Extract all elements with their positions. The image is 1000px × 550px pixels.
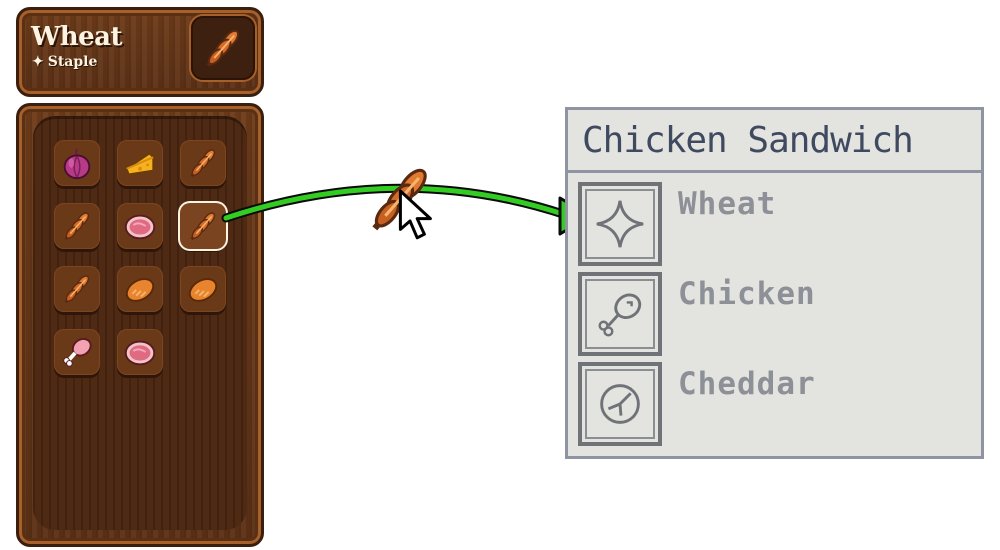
ingredient-row-chicken[interactable]: Chicken (578, 272, 978, 356)
sparkle-outline-icon (591, 195, 649, 253)
recipe-title: Chicken Sandwich (582, 120, 914, 161)
ingredient-row-wheat[interactable]: Wheat (578, 182, 978, 266)
ingredient-drop-slot[interactable] (578, 272, 662, 356)
ingredient-drop-slot[interactable] (578, 182, 662, 266)
divider (568, 170, 981, 173)
ingredient-row-cheddar[interactable]: Cheddar (578, 362, 978, 446)
ingredient-label: Chicken (678, 276, 816, 312)
drumstick-outline-icon (591, 285, 649, 343)
ingredient-drop-slot[interactable] (578, 362, 662, 446)
recipe-panel: Chicken Sandwich Wheat Chicken Cheddar (565, 107, 984, 459)
ingredient-label: Cheddar (678, 366, 816, 402)
cheese-wheel-outline-icon (591, 375, 649, 433)
cursor-icon (398, 188, 434, 242)
ingredient-label: Wheat (678, 186, 777, 222)
